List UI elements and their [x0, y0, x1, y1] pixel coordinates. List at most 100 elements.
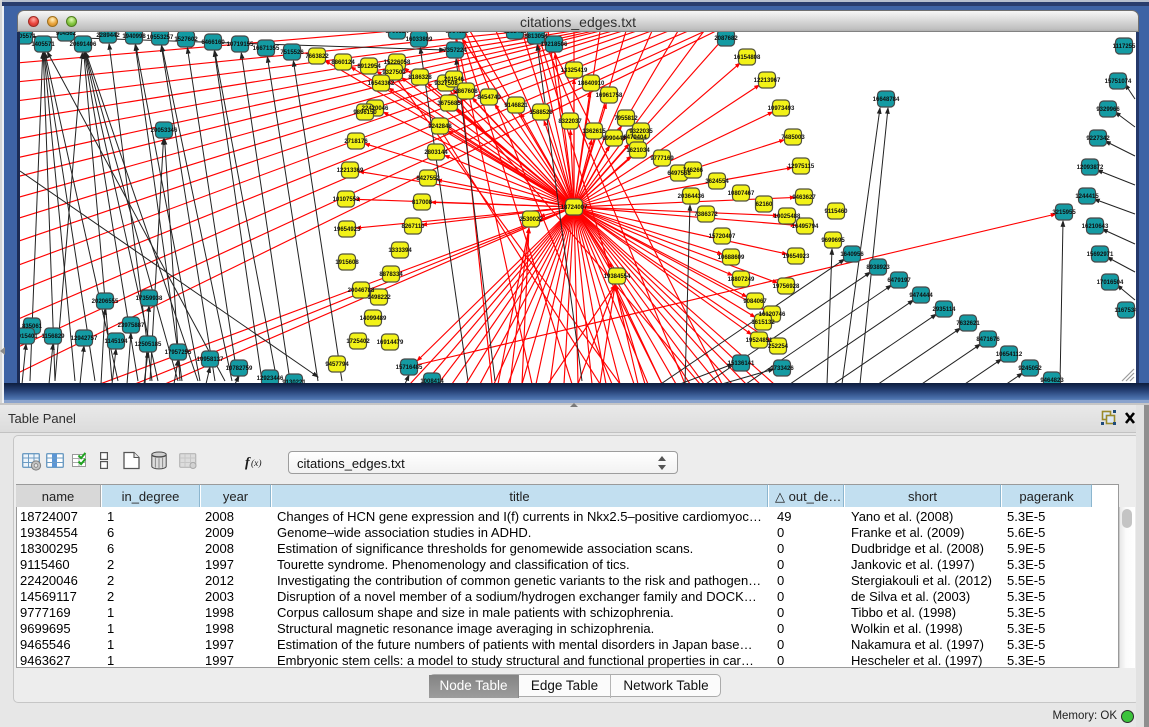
svg-text:904562: 904562 [56, 32, 77, 37]
svg-text:15751074: 15751074 [1105, 79, 1132, 85]
svg-text:19654923: 19654923 [783, 254, 810, 260]
svg-text:746266: 746266 [683, 168, 704, 174]
svg-text:13325419: 13325419 [561, 68, 588, 74]
svg-text:7485003: 7485003 [781, 135, 805, 141]
svg-text:16210643: 16210643 [1082, 224, 1109, 230]
svg-text:19756928: 19756928 [773, 284, 800, 290]
svg-text:19384554: 19384554 [604, 274, 631, 280]
svg-text:20046788: 20046788 [348, 288, 375, 294]
svg-text:20206555: 20206555 [92, 299, 119, 305]
svg-text:10107553: 10107553 [333, 197, 360, 203]
svg-text:10807467: 10807467 [728, 191, 755, 197]
svg-text:201546: 201546 [444, 77, 465, 83]
svg-text:2289442: 2289442 [96, 33, 120, 39]
svg-text:9896150: 9896150 [353, 110, 377, 116]
svg-text:3215955: 3215955 [1052, 210, 1076, 216]
svg-text:1615132: 1615132 [751, 320, 775, 326]
svg-text:12942757: 12942757 [71, 336, 98, 342]
svg-text:8912954: 8912954 [357, 64, 381, 70]
svg-text:1527602: 1527602 [174, 37, 198, 43]
svg-text:14099489: 14099489 [360, 316, 387, 322]
svg-text:9327503: 9327503 [382, 70, 406, 76]
svg-text:15226058: 15226058 [384, 60, 411, 66]
svg-text:1915608: 1915608 [335, 260, 359, 266]
svg-text:7632621: 7632621 [956, 321, 980, 327]
svg-text:7386372: 7386372 [694, 212, 718, 218]
svg-text:20691406: 20691406 [70, 42, 97, 48]
svg-text:817008: 817008 [412, 200, 433, 206]
svg-text:12093872: 12093872 [1077, 165, 1104, 171]
svg-text:9084067: 9084067 [743, 299, 767, 305]
svg-text:23975887: 23975887 [118, 323, 145, 329]
svg-text:20053346: 20053346 [151, 128, 178, 134]
svg-text:9242848: 9242848 [428, 124, 452, 130]
svg-text:1640956: 1640956 [840, 252, 864, 258]
svg-text:9227342: 9227342 [1086, 136, 1110, 142]
svg-text:1588520: 1588520 [529, 110, 553, 116]
svg-text:1145194: 1145194 [104, 339, 128, 345]
svg-text:1733426: 1733426 [770, 366, 794, 372]
svg-text:252254: 252254 [768, 344, 789, 350]
svg-text:1333394: 1333394 [388, 248, 412, 254]
svg-text:2718176: 2718176 [344, 139, 368, 145]
svg-text:9464823: 9464823 [1040, 378, 1064, 383]
svg-text:9115460: 9115460 [824, 209, 848, 215]
svg-text:16671355: 16671355 [253, 46, 280, 52]
svg-text:10654112: 10654112 [996, 352, 1023, 358]
svg-text:8186328: 8186328 [408, 75, 432, 81]
svg-text:62160: 62160 [756, 202, 773, 208]
svg-text:8322037: 8322037 [558, 119, 582, 125]
svg-text:2867608: 2867608 [454, 89, 478, 95]
svg-text:16961758: 16961758 [596, 93, 623, 99]
svg-text:17957255: 17957255 [165, 350, 192, 356]
svg-text:8938923: 8938923 [866, 265, 890, 271]
svg-text:9146821: 9146821 [504, 103, 528, 109]
svg-text:8878334: 8878334 [379, 272, 403, 278]
svg-text:6479197: 6479197 [887, 278, 911, 284]
svg-text:9699695: 9699695 [821, 238, 845, 244]
svg-text:1167534: 1167534 [1114, 308, 1136, 314]
svg-text:12213369: 12213369 [337, 168, 364, 174]
svg-text:1405571: 1405571 [31, 42, 55, 48]
svg-text:6466160: 6466160 [201, 40, 225, 46]
svg-text:3675685: 3675685 [437, 101, 461, 107]
svg-text:10688609: 10688609 [718, 255, 745, 261]
svg-text:9245052: 9245052 [1018, 366, 1042, 372]
svg-text:2935114: 2935114 [932, 307, 956, 313]
svg-text:16543362: 16543362 [368, 81, 395, 87]
svg-text:2530022: 2530022 [519, 217, 543, 223]
svg-text:9777169: 9777169 [650, 156, 674, 162]
svg-text:16648784: 16648784 [873, 97, 900, 103]
svg-text:19654923: 19654923 [334, 227, 361, 233]
svg-text:10973493: 10973493 [768, 106, 795, 112]
svg-text:1605571: 1605571 [20, 34, 36, 40]
svg-text:15720407: 15720407 [709, 234, 736, 240]
svg-text:12975115: 12975115 [788, 164, 815, 170]
svg-text:9130221: 9130221 [282, 380, 306, 383]
svg-text:18724007: 18724007 [561, 205, 588, 211]
svg-text:1621034: 1621034 [626, 148, 650, 154]
svg-text:8267110: 8267110 [401, 224, 425, 230]
svg-text:8860124: 8860124 [331, 60, 355, 66]
svg-text:18640910: 18640910 [578, 81, 605, 87]
svg-text:8454749: 8454749 [477, 95, 501, 101]
svg-text:9457794: 9457794 [325, 362, 349, 368]
svg-text:17016504: 17016504 [1097, 280, 1124, 286]
svg-text:7955812: 7955812 [614, 116, 638, 122]
svg-text:10958137: 10958137 [197, 357, 224, 363]
svg-text:9463627: 9463627 [792, 195, 816, 201]
svg-text:16914479: 16914479 [377, 340, 404, 346]
svg-text:1498222: 1498222 [367, 295, 391, 301]
svg-text:8427552: 8427552 [416, 176, 440, 182]
svg-text:10782759: 10782759 [226, 366, 253, 372]
svg-text:2087682: 2087682 [714, 36, 738, 42]
svg-text:3624554: 3624554 [705, 179, 729, 185]
svg-text:1156829: 1156829 [41, 334, 65, 340]
svg-text:1008414: 1008414 [420, 379, 444, 383]
svg-text:(x): (x) [251, 458, 262, 469]
svg-text:9064128: 9064128 [445, 32, 469, 35]
svg-text:3915401: 3915401 [20, 334, 38, 340]
svg-text:8813054: 8813054 [524, 34, 548, 40]
svg-text:16033809: 16033809 [406, 37, 433, 43]
svg-text:12213967: 12213967 [754, 78, 781, 84]
